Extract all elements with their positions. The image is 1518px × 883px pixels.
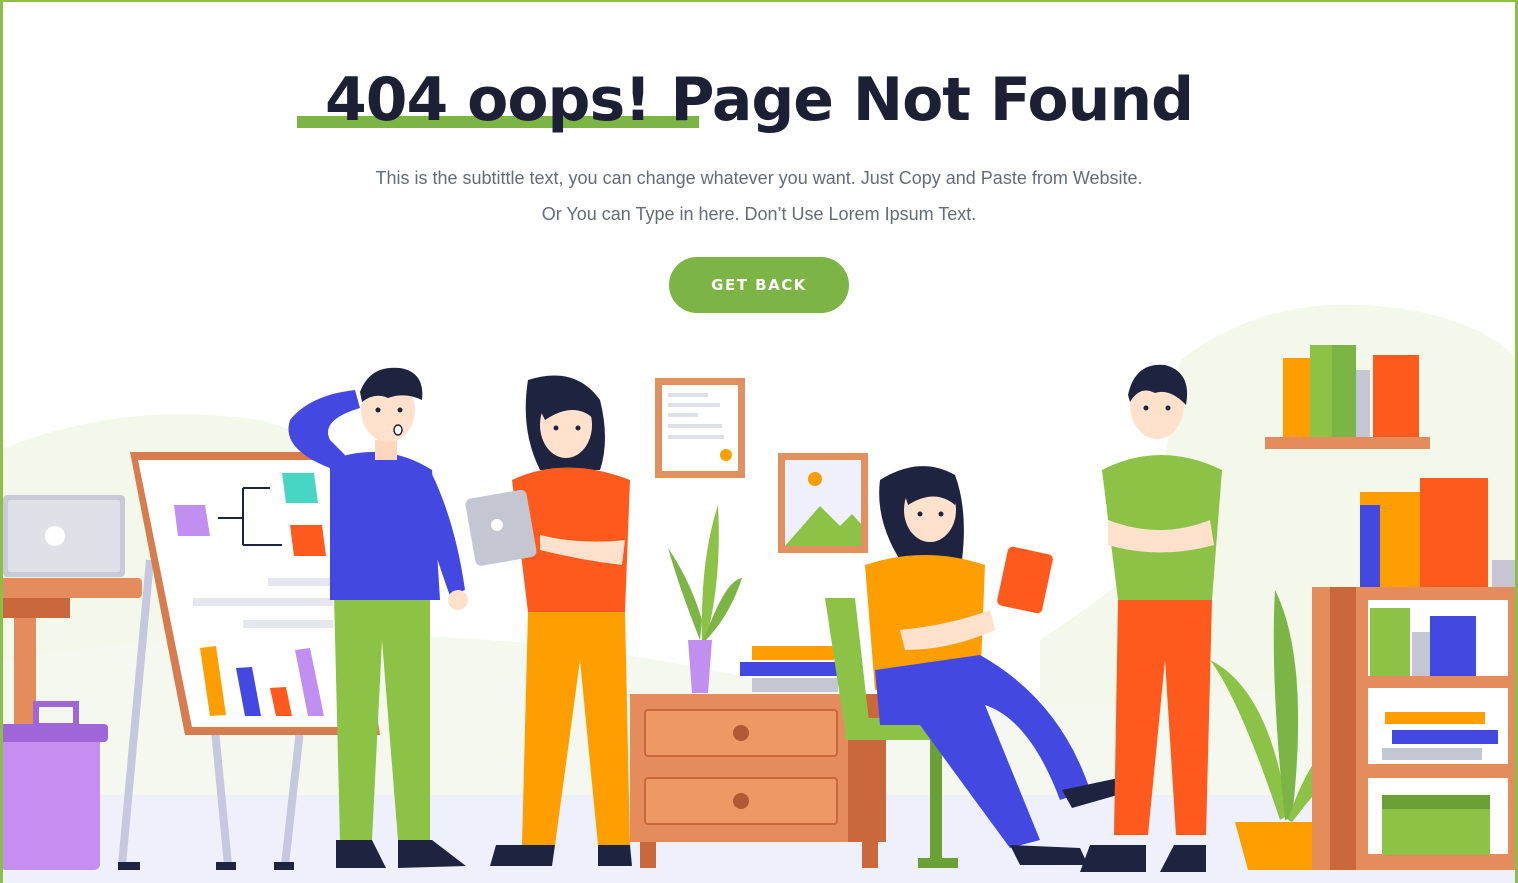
certificate-icon: [655, 378, 745, 478]
book-stack-icon: [740, 646, 838, 692]
trash-bin-icon: [0, 701, 108, 870]
subtitle-line-1: This is the subtittle text, you can chan…: [375, 168, 1143, 188]
wall-shelf-icon: [1265, 345, 1430, 449]
office-illustration: [0, 304, 1518, 883]
tablet-icon-orange: [997, 546, 1053, 614]
title-container: 404 oops! Page Not Found: [0, 62, 1518, 138]
tablet-icon: [465, 489, 537, 566]
subtitle-line-2: Or You can Type in here. Don’t Use Lorem…: [541, 204, 977, 224]
landscape-picture-icon: [778, 453, 868, 553]
page-title: 404 oops! Page Not Found: [324, 65, 1194, 135]
laptop-icon: [3, 495, 125, 577]
